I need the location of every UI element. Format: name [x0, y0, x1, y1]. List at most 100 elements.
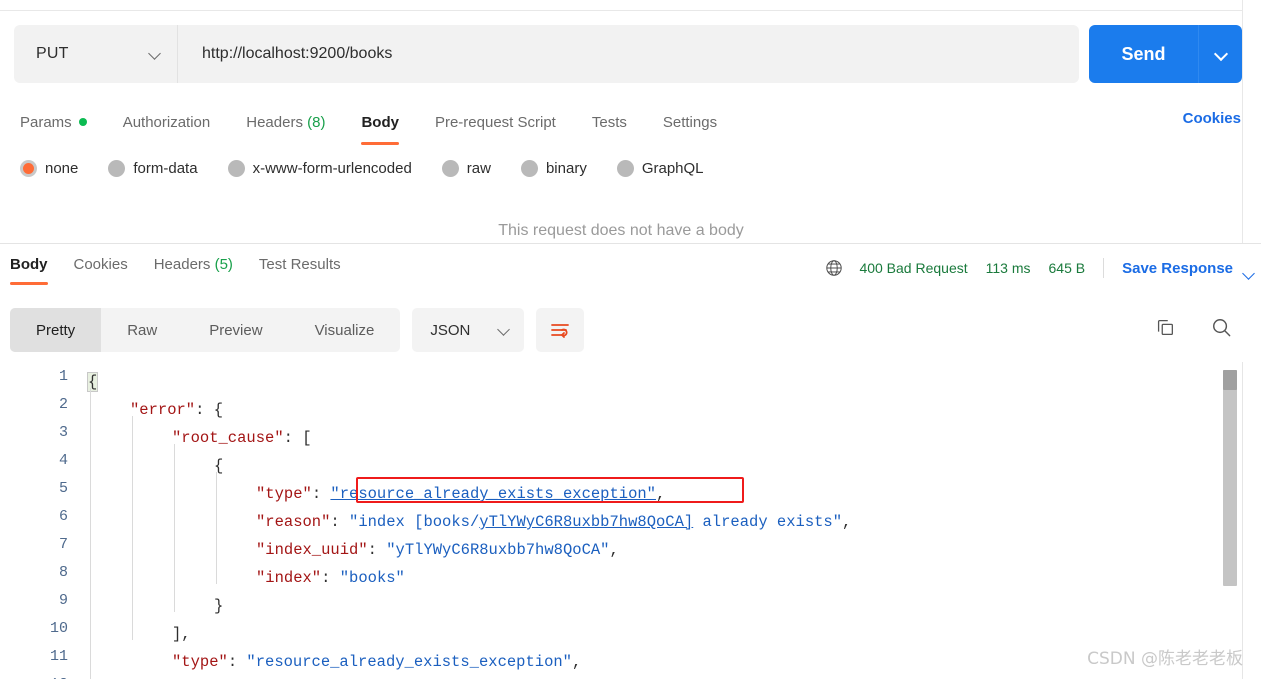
- code-line: }: [214, 592, 223, 620]
- tab-body[interactable]: Body: [361, 114, 399, 145]
- code-token: :: [311, 485, 331, 503]
- response-tab-test-results[interactable]: Test Results: [259, 256, 341, 275]
- empty-body-message: This request does not have a body: [498, 222, 744, 239]
- code-token: yTlYWyC6R8uxbb7hw8QoCA]: [479, 513, 694, 531]
- line-number: 5: [58, 480, 68, 497]
- indent-guide: [174, 444, 175, 612]
- globe-icon: [825, 259, 843, 277]
- tab-params[interactable]: Params: [20, 114, 87, 133]
- code-token: "index": [256, 569, 322, 587]
- line-number: 6: [58, 508, 68, 525]
- line-number: 2: [58, 396, 68, 413]
- line-number-gutter: 123456789101112: [0, 362, 82, 679]
- chevron-down-icon: [149, 48, 161, 60]
- request-response-divider[interactable]: [0, 243, 1261, 244]
- line-number: 1: [58, 368, 68, 385]
- response-size[interactable]: 645 B: [1049, 260, 1086, 276]
- code-token: ,: [609, 541, 619, 559]
- chevron-down-icon: [498, 324, 510, 336]
- status-separator: [1103, 258, 1105, 278]
- status-code[interactable]: 400 Bad Request: [859, 260, 967, 276]
- code-scrollbar-thumb[interactable]: [1223, 370, 1237, 390]
- save-response-button[interactable]: Save Response: [1122, 260, 1233, 277]
- response-tab-headers-label: Headers: [153, 256, 211, 273]
- code-scrollbar[interactable]: [1223, 370, 1237, 586]
- body-type-form-data[interactable]: form-data: [108, 160, 198, 177]
- code-line: "index_uuid": "yTlYWyC6R8uxbb7hw8QoCA",: [256, 536, 619, 564]
- top-divider: [0, 10, 1242, 11]
- code-token: "resource_already_exists_exception": [246, 653, 572, 671]
- response-tab-body[interactable]: Body: [10, 256, 48, 285]
- view-mode-visualize[interactable]: Visualize: [289, 308, 401, 352]
- body-type-binary[interactable]: binary: [520, 160, 587, 177]
- send-button-group: Send: [1089, 25, 1242, 83]
- indent-guide: [90, 388, 91, 679]
- code-token: "resource_already_exists_exception": [330, 485, 656, 503]
- body-type-raw[interactable]: raw: [441, 160, 491, 177]
- word-wrap-button[interactable]: [536, 308, 585, 352]
- http-method-select[interactable]: PUT: [14, 25, 177, 83]
- body-type-graphql-label: GraphQL: [641, 160, 704, 177]
- body-type-none[interactable]: none: [20, 160, 78, 177]
- tab-headers[interactable]: Headers (8): [246, 114, 325, 133]
- code-token: ,: [655, 485, 666, 503]
- code-token: ],: [172, 625, 191, 643]
- code-line: "type": "resource_already_exists_excepti…: [256, 480, 665, 508]
- tab-pre-request-script[interactable]: Pre-request Script: [435, 114, 556, 133]
- body-type-binary-label: binary: [545, 160, 587, 177]
- watermark: CSDN @陈老老老板: [1087, 649, 1243, 669]
- code-token: "error": [130, 401, 196, 419]
- tab-settings[interactable]: Settings: [663, 114, 717, 133]
- radio-unselected-icon: [520, 160, 538, 177]
- code-token: "books": [339, 569, 405, 587]
- code-token: already exists": [693, 513, 843, 531]
- response-tab-headers[interactable]: Headers (5): [154, 256, 233, 275]
- code-token: "index_uuid": [256, 541, 368, 559]
- view-mode-preview[interactable]: Preview: [183, 308, 288, 352]
- code-token: "root_cause": [172, 429, 284, 447]
- response-format-label: JSON: [430, 321, 471, 339]
- radio-unselected-icon: [441, 160, 459, 177]
- response-tab-headers-count: (5): [214, 256, 233, 273]
- response-view-mode-group: Pretty Raw Preview Visualize: [10, 308, 401, 352]
- response-body-code[interactable]: 123456789101112 {"error": {"root_cause":…: [0, 362, 1261, 679]
- code-token: : [: [283, 429, 312, 447]
- view-mode-raw[interactable]: Raw: [101, 308, 183, 352]
- code-token: :: [321, 569, 340, 587]
- cookies-link[interactable]: Cookies: [1183, 110, 1241, 127]
- tab-headers-count: (8): [307, 113, 326, 131]
- response-tab-cookies[interactable]: Cookies: [74, 256, 128, 275]
- response-format-select[interactable]: JSON: [412, 308, 525, 352]
- code-token: }: [214, 597, 224, 615]
- send-button[interactable]: Send: [1089, 25, 1198, 83]
- request-url-text: http://localhost:9200/books: [202, 45, 393, 62]
- http-method-label: PUT: [36, 45, 69, 62]
- line-number: 7: [58, 536, 68, 553]
- tab-tests[interactable]: Tests: [592, 114, 627, 133]
- line-number: 11: [49, 648, 68, 665]
- code-area-right-border: [1242, 362, 1243, 679]
- code-token: : {: [195, 401, 224, 419]
- search-icon[interactable]: [1210, 316, 1233, 339]
- chevron-down-icon: [1215, 48, 1227, 60]
- code-line: "reason": "index [books/yTlYWyC6R8uxbb7h…: [256, 508, 851, 536]
- code-line: "index": "books": [256, 564, 405, 592]
- view-mode-pretty[interactable]: Pretty: [10, 308, 102, 352]
- code-token: "yTlYWyC6R8uxbb7hw8QoCA": [386, 541, 610, 559]
- code-line: ],: [172, 620, 191, 648]
- body-type-none-label: none: [45, 160, 79, 177]
- indent-guide: [216, 472, 217, 584]
- tab-headers-label: Headers: [246, 113, 303, 131]
- response-time[interactable]: 113 ms: [986, 260, 1031, 276]
- body-type-urlencoded-label: x-www-form-urlencoded: [252, 160, 412, 177]
- line-number: 8: [58, 564, 68, 581]
- tab-authorization[interactable]: Authorization: [123, 114, 211, 133]
- send-options-button[interactable]: [1198, 25, 1242, 83]
- code-token: ,: [571, 653, 582, 671]
- body-type-urlencoded[interactable]: x-www-form-urlencoded: [227, 160, 412, 177]
- copy-icon[interactable]: [1154, 317, 1176, 339]
- request-url-input[interactable]: http://localhost:9200/books: [178, 25, 1079, 83]
- radio-unselected-icon: [616, 160, 634, 177]
- code-token: :: [330, 513, 350, 531]
- body-type-graphql[interactable]: GraphQL: [616, 160, 704, 177]
